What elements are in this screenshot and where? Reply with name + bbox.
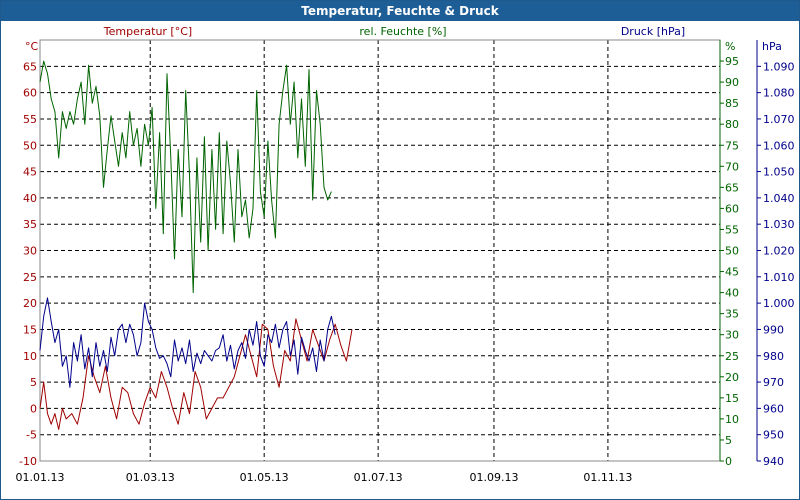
humidity-axis-label: rel. Feuchte [%] — [359, 25, 446, 38]
temperature-unit-label: °C — [25, 40, 39, 53]
humidity-tick-label: 60 — [725, 202, 739, 215]
date-tick-label: 01.09.13 — [469, 471, 518, 484]
humidity-tick-label: 55 — [725, 223, 739, 236]
humidity-tick-label: 70 — [725, 160, 739, 173]
pressure-line — [39, 297, 336, 388]
temperature-tick-label: 65 — [23, 60, 37, 73]
temperature-tick-label: 25 — [23, 271, 37, 284]
grid-layer — [40, 40, 720, 461]
temperature-tick-label: -5 — [26, 429, 37, 442]
humidity-tick-label: 20 — [725, 371, 739, 384]
pressure-tick-label: 980 — [763, 350, 784, 363]
pressure-tick-label: 960 — [763, 402, 784, 415]
pressure-tick-label: 1.020 — [763, 245, 795, 258]
humidity-tick-label: 45 — [725, 266, 739, 279]
temperature-tick-label: 55 — [23, 113, 37, 126]
date-tick-label: 01.03.13 — [126, 471, 175, 484]
humidity-tick-label: 15 — [725, 392, 739, 405]
humidity-tick-label: 85 — [725, 97, 739, 110]
pressure-tick-label: 1.010 — [763, 271, 795, 284]
pressure-axis-label: Druck [hPa] — [621, 25, 685, 38]
temperature-tick-label: 50 — [23, 139, 37, 152]
humidity-tick-label: 10 — [725, 413, 739, 426]
temperature-tick-label: 0 — [30, 402, 37, 415]
date-tick-label: 01.07.13 — [354, 471, 403, 484]
humidity-tick-label: 25 — [725, 350, 739, 363]
temperature-tick-label: 40 — [23, 192, 37, 205]
date-tick-label: 01.11.13 — [583, 471, 632, 484]
pressure-tick-label: 990 — [763, 323, 784, 336]
date-tick-label: 01.05.13 — [240, 471, 289, 484]
pressure-tick-label: 1.090 — [763, 60, 795, 73]
temperature-axis-label: Temperatur [°C] — [103, 25, 192, 38]
temperature-tick-label: 45 — [23, 166, 37, 179]
humidity-line — [39, 60, 332, 294]
humidity-tick-label: 65 — [725, 181, 739, 194]
pressure-tick-label: 1.070 — [763, 113, 795, 126]
humidity-tick-label: 50 — [725, 245, 739, 258]
temperature-tick-label: 20 — [23, 297, 37, 310]
date-tick-label: 01.01.13 — [16, 471, 65, 484]
humidity-tick-label: 0 — [725, 455, 732, 468]
pressure-tick-label: 1.050 — [763, 166, 795, 179]
humidity-tick-label: 30 — [725, 329, 739, 342]
humidity-tick-label: 90 — [725, 76, 739, 89]
humidity-tick-label: 5 — [725, 434, 732, 447]
temperature-tick-label: 30 — [23, 245, 37, 258]
humidity-tick-label: 80 — [725, 118, 739, 131]
humidity-unit-label: % — [725, 40, 735, 53]
pressure-tick-label: 1.060 — [763, 139, 795, 152]
humidity-tick-label: 95 — [725, 55, 739, 68]
pressure-tick-label: 1.080 — [763, 87, 795, 100]
temperature-tick-label: -10 — [19, 455, 37, 468]
pressure-tick-label: 950 — [763, 429, 784, 442]
temperature-tick-label: 10 — [23, 350, 37, 363]
humidity-tick-label: 40 — [725, 287, 739, 300]
pressure-tick-label: 940 — [763, 455, 784, 468]
temperature-tick-label: 15 — [23, 323, 37, 336]
pressure-tick-label: 1.000 — [763, 297, 795, 310]
temperature-tick-label: 35 — [23, 218, 37, 231]
pressure-tick-label: 1.040 — [763, 192, 795, 205]
humidity-tick-label: 35 — [725, 308, 739, 321]
humidity-tick-label: 75 — [725, 139, 739, 152]
pressure-unit-label: hPa — [762, 40, 782, 53]
pressure-tick-label: 970 — [763, 376, 784, 389]
temperature-line — [39, 318, 353, 430]
pressure-tick-label: 1.030 — [763, 218, 795, 231]
series-layer — [39, 60, 353, 430]
temperature-tick-label: 5 — [30, 376, 37, 389]
chart-canvas: Temperatur [°C] rel. Feuchte [%] Druck [… — [16, 25, 795, 484]
temperature-tick-label: 60 — [23, 87, 37, 100]
